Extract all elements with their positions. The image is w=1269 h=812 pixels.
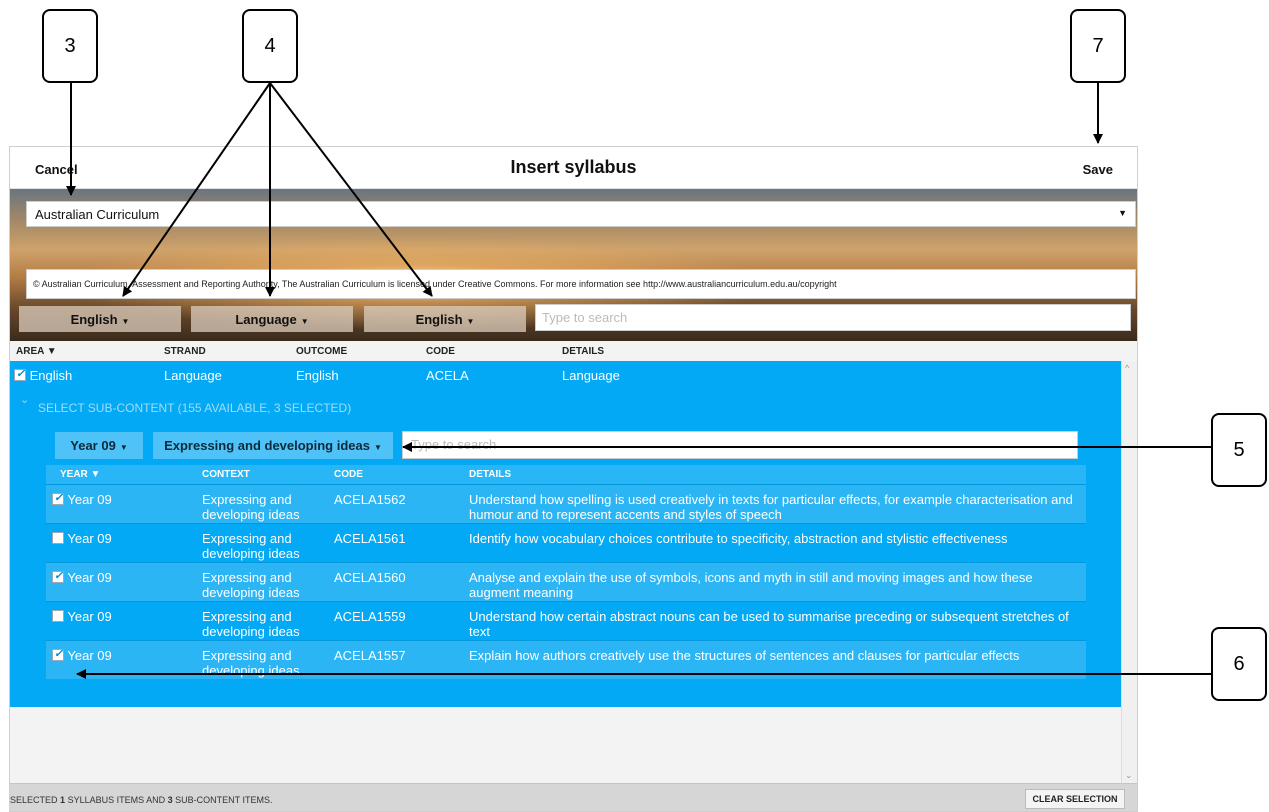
- year-filter-button[interactable]: Year 09 ▼: [55, 432, 143, 459]
- caret-down-icon: ▼: [121, 317, 130, 326]
- dialog-title: Insert syllabus: [510, 157, 637, 177]
- row-context: Expressing and developing ideas: [202, 570, 300, 600]
- caret-down-icon: ▼: [119, 443, 128, 452]
- row-code: ACELA1559: [334, 609, 406, 624]
- sub-count: 3: [167, 795, 173, 805]
- table-row[interactable]: Year 09 Expressing and developing ideas …: [46, 562, 1086, 601]
- search-input[interactable]: Type to search: [535, 304, 1131, 331]
- row-context: Expressing and developing ideas: [202, 609, 300, 639]
- sub-content-header: SELECT SUB-CONTENT (155 AVAILABLE, 3 SEL…: [38, 401, 352, 415]
- context-filter-button[interactable]: Expressing and developing ideas ▼: [153, 432, 393, 459]
- syllabus-row[interactable]: English Language English ACELA Language: [10, 361, 1122, 387]
- scroll-down-icon[interactable]: ⌄: [1125, 770, 1133, 781]
- summary-middle: SYLLABUS ITEMS AND: [67, 795, 166, 805]
- clear-selection-button[interactable]: CLEAR SELECTION: [1025, 789, 1125, 809]
- insert-syllabus-dialog: Cancel Insert syllabus Save Australian C…: [9, 146, 1138, 812]
- col-area[interactable]: AREA ▼: [16, 346, 57, 357]
- callout-7: 7: [1070, 9, 1126, 83]
- summary-suffix: SUB-CONTENT ITEMS.: [175, 795, 273, 805]
- row-code: ACELA1560: [334, 570, 406, 585]
- col-code: CODE: [426, 346, 455, 357]
- checkbox-checked[interactable]: [14, 367, 26, 381]
- selection-summary: SELECTED 1 SYLLABUS ITEMS AND 3 SUB-CONT…: [10, 795, 273, 805]
- callout-5: 5: [1211, 413, 1267, 487]
- sub-content-toggle[interactable]: ⌄ SELECT SUB-CONTENT (155 AVAILABLE, 3 S…: [20, 394, 352, 415]
- table-row[interactable]: Year 09 Expressing and developing ideas …: [46, 601, 1086, 640]
- table-row[interactable]: Year 09 Expressing and developing ideas …: [46, 523, 1086, 562]
- checkbox-unchecked[interactable]: [52, 532, 64, 544]
- row-code: ACELA1562: [334, 492, 406, 507]
- callout-6: 6: [1211, 627, 1267, 701]
- row-context: Expressing and developing ideas: [202, 492, 300, 522]
- sub-col-context: CONTEXT: [202, 469, 250, 480]
- vertical-scrollbar[interactable]: ^ ⌄: [1121, 361, 1137, 783]
- caret-down-icon: ▼: [1118, 208, 1127, 218]
- sub-table-header: YEAR ▼ CONTEXT CODE DETAILS: [46, 465, 1086, 484]
- callout-3: 3: [42, 9, 98, 83]
- sub-col-year[interactable]: YEAR ▼: [60, 469, 100, 480]
- row-year: Year 09: [67, 531, 112, 546]
- strand-filter-button[interactable]: Language ▼: [191, 306, 353, 332]
- row-code: ACELA1561: [334, 531, 406, 546]
- checkbox-unchecked[interactable]: [52, 610, 64, 622]
- row-code: ACELA: [426, 368, 469, 383]
- copyright-notice: © Australian Curriculum, Assessment and …: [26, 269, 1136, 299]
- checkbox-checked[interactable]: [52, 569, 64, 584]
- row-context: Expressing and developing ideas: [202, 648, 300, 678]
- summary-prefix: SELECTED: [10, 795, 58, 805]
- callout-4: 4: [242, 9, 298, 83]
- footer-bar: SELECTED 1 SYLLABUS ITEMS AND 3 SUB-CONT…: [10, 783, 1137, 811]
- sub-col-code: CODE: [334, 469, 363, 480]
- sub-content-table: YEAR ▼ CONTEXT CODE DETAILS Year 09 Expr…: [46, 465, 1086, 679]
- curriculum-select-value: Australian Curriculum: [35, 207, 160, 222]
- checkbox-checked[interactable]: [52, 491, 64, 506]
- row-year: Year 09: [67, 492, 112, 507]
- caret-down-icon: ▼: [466, 317, 475, 326]
- table-row[interactable]: Year 09 Expressing and developing ideas …: [46, 484, 1086, 523]
- row-context: Expressing and developing ideas: [202, 531, 300, 561]
- strand-filter-label: Language: [235, 312, 297, 327]
- row-details: Language: [562, 368, 620, 383]
- chevron-down-icon: ⌄: [20, 394, 30, 406]
- sub-search-input[interactable]: Type to search: [402, 431, 1078, 459]
- row-year: Year 09: [67, 609, 112, 624]
- area-filter-label: English: [70, 312, 118, 327]
- outcome-filter-button[interactable]: English ▼: [364, 306, 526, 332]
- scroll-up-icon[interactable]: ^: [1125, 363, 1129, 373]
- row-details: Understand how certain abstract nouns ca…: [469, 609, 1069, 639]
- annotated-screenshot: 3 4 7 5 6 Cancel Insert syllabus Save Au…: [0, 0, 1269, 812]
- row-code: ACELA1557: [334, 648, 406, 663]
- row-details: Analyse and explain the use of symbols, …: [469, 570, 1033, 600]
- row-details: Understand how spelling is used creative…: [469, 492, 1073, 522]
- caret-down-icon: ▼: [300, 317, 309, 326]
- banner-image: Australian Curriculum ▼ © Australian Cur…: [10, 189, 1137, 341]
- area-filter-button[interactable]: English ▼: [19, 306, 181, 332]
- checkbox-checked[interactable]: [52, 647, 64, 662]
- row-details: Identify how vocabulary choices contribu…: [469, 531, 1008, 546]
- row-year: Year 09: [67, 648, 112, 663]
- dialog-header: Cancel Insert syllabus Save: [10, 147, 1137, 189]
- row-strand: Language: [164, 368, 222, 383]
- selected-syllabus-panel: English Language English ACELA Language …: [10, 361, 1122, 707]
- row-outcome: English: [296, 368, 339, 383]
- col-strand: STRAND: [164, 346, 206, 357]
- col-details: DETAILS: [562, 346, 605, 357]
- caret-down-icon: ▼: [373, 443, 382, 452]
- save-button[interactable]: Save: [1083, 162, 1113, 177]
- curriculum-select[interactable]: Australian Curriculum ▼: [26, 201, 1136, 227]
- context-filter-label: Expressing and developing ideas: [164, 438, 370, 453]
- col-outcome: OUTCOME: [296, 346, 348, 357]
- row-year: Year 09: [67, 570, 112, 585]
- sub-col-details: DETAILS: [469, 469, 512, 480]
- year-filter-label: Year 09: [70, 438, 116, 453]
- row-details: Explain how authors creatively use the s…: [469, 648, 1020, 663]
- outcome-filter-label: English: [415, 312, 463, 327]
- syllabus-count: 1: [60, 795, 66, 805]
- table-header: AREA ▼ STRAND OUTCOME CODE DETAILS: [10, 341, 1137, 361]
- table-row[interactable]: Year 09 Expressing and developing ideas …: [46, 640, 1086, 679]
- row-area: English: [29, 368, 73, 383]
